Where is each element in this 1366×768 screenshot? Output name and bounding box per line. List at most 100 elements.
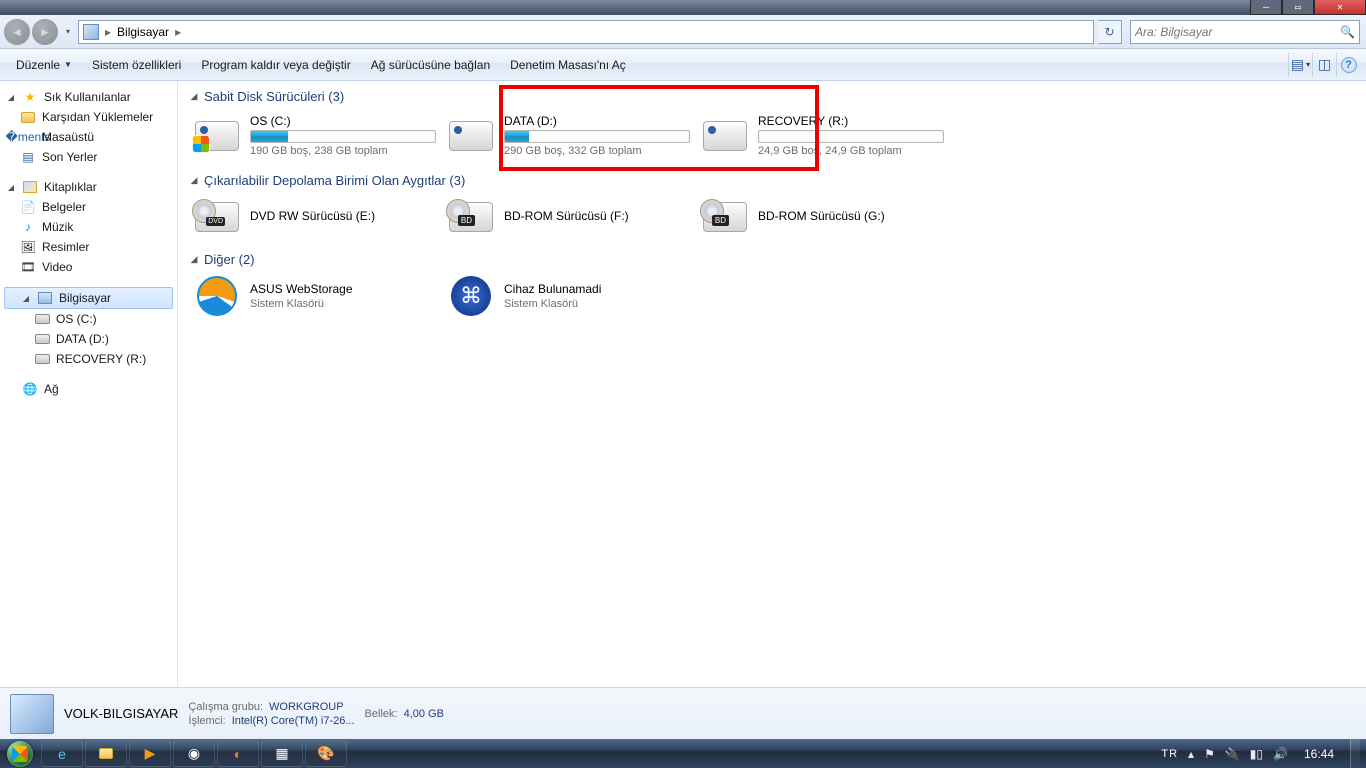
breadcrumb-location[interactable]: Bilgisayar — [117, 25, 169, 39]
address-bar[interactable]: ▸ Bilgisayar ▸ — [78, 20, 1094, 44]
navigation-pane: ★Sık Kullanılanlar Karşıdan Yüklemeler �… — [0, 81, 178, 709]
taskbar-chrome[interactable]: ◉ — [173, 740, 215, 767]
nav-forward-button[interactable]: ► — [32, 19, 58, 45]
taskbar-clock[interactable]: 16:44 — [1298, 747, 1340, 761]
app-icon: ▦ — [275, 745, 288, 762]
label: Son Yerler — [42, 150, 97, 164]
sidebar-item-videos[interactable]: 🎞Video — [0, 257, 177, 277]
refresh-button[interactable]: ↻ — [1098, 20, 1122, 44]
organize-menu[interactable]: Düzenle▼ — [6, 54, 82, 76]
sidebar-item-drive-r[interactable]: RECOVERY (R:) — [0, 349, 177, 369]
label: RECOVERY (R:) — [56, 352, 146, 366]
drive-icon — [703, 121, 747, 151]
windows-orb-icon — [7, 741, 33, 767]
label: Ağ sürücüsüne bağlan — [371, 58, 490, 72]
sidebar-item-pictures[interactable]: 🖼Resimler — [0, 237, 177, 257]
preview-pane-button[interactable]: ◫ — [1312, 53, 1336, 77]
category-hard-drives[interactable]: ◢Sabit Disk Sürücüleri (3) — [188, 85, 1356, 108]
other-item-bluetooth[interactable]: ⌘ Cihaz Bulunamadi Sistem Klasörü — [442, 273, 696, 319]
capacity-bar — [250, 130, 436, 143]
sidebar-libraries[interactable]: Kitaplıklar — [0, 177, 177, 197]
drive-tile-recovery-r[interactable]: RECOVERY (R:) 24,9 GB boş, 24,9 GB topla… — [696, 110, 950, 161]
videos-icon: 🎞 — [20, 259, 36, 275]
category-other[interactable]: ◢Diğer (2) — [188, 248, 1356, 271]
language-indicator[interactable]: TR — [1161, 748, 1178, 760]
drive-name: BD-ROM Sürücüsü (F:) — [504, 209, 690, 223]
chrome-icon: ◉ — [188, 745, 200, 762]
drive-name: DVD RW Sürücüsü (E:) — [250, 209, 436, 223]
help-button[interactable]: ? — [1336, 53, 1360, 77]
explorer-search-box[interactable]: 🔍 — [1130, 20, 1360, 44]
capacity-bar — [758, 130, 944, 143]
window-close-button[interactable]: ✕ — [1314, 0, 1366, 15]
taskbar-firefox[interactable]: ◐ — [217, 740, 259, 767]
tray-flag-icon[interactable]: ⚑ — [1204, 747, 1215, 761]
label: Program kaldır veya değiştir — [201, 58, 350, 72]
open-control-panel-button[interactable]: Denetim Masası'nı Aç — [500, 54, 636, 76]
sidebar-favorites[interactable]: ★Sık Kullanılanlar — [0, 87, 177, 107]
sidebar-item-recent[interactable]: ▤Son Yerler — [0, 147, 177, 167]
taskbar-media[interactable]: ▶ — [129, 740, 171, 767]
drive-icon — [35, 334, 50, 344]
drive-icon — [449, 121, 493, 151]
window-maximize-button[interactable]: ▭ — [1282, 0, 1314, 15]
sidebar-item-music[interactable]: ♪ Müzik — [0, 217, 177, 237]
taskbar-paint[interactable]: 🎨 — [305, 740, 347, 767]
sidebar-item-documents[interactable]: 📄Belgeler — [0, 197, 177, 217]
show-desktop-button[interactable] — [1350, 739, 1360, 768]
nav-history-dropdown[interactable]: ▾ — [62, 19, 74, 45]
label: Sistem özellikleri — [92, 58, 181, 72]
sidebar-network[interactable]: 🌐Ağ — [0, 379, 177, 399]
computer-icon — [83, 24, 99, 40]
drive-tile-data-d[interactable]: DATA (D:) 290 GB boş, 332 GB toplam — [442, 110, 696, 161]
help-icon: ? — [1341, 57, 1357, 73]
asus-webstorage-icon — [197, 276, 237, 316]
sidebar-item-desktop[interactable]: �mentsMasaüstü — [0, 127, 177, 147]
drive-tile-os-c[interactable]: OS (C:) 190 GB boş, 238 GB toplam — [188, 110, 442, 161]
sidebar-computer[interactable]: Bilgisayar — [4, 287, 173, 309]
optical-drive-e[interactable]: DVD RW Sürücüsü (E:) — [188, 194, 442, 240]
taskbar-app[interactable]: ▦ — [261, 740, 303, 767]
paint-icon: 🎨 — [317, 745, 334, 762]
optical-drive-g[interactable]: BD-ROM Sürücüsü (G:) — [696, 194, 950, 240]
view-options-button[interactable]: ▤ — [1288, 53, 1312, 77]
media-icon: ▶ — [145, 745, 156, 762]
label: Müzik — [42, 220, 73, 234]
uninstall-program-button[interactable]: Program kaldır veya değiştir — [191, 54, 360, 76]
label: DATA (D:) — [56, 332, 109, 346]
explorer-content: ◢Sabit Disk Sürücüleri (3) OS (C:) 190 G… — [178, 81, 1366, 709]
tray-show-hidden[interactable]: ▴ — [1188, 747, 1194, 761]
label: OS (C:) — [56, 312, 97, 326]
music-icon: ♪ — [20, 219, 36, 235]
optical-drive-f[interactable]: BD-ROM Sürücüsü (F:) — [442, 194, 696, 240]
category-removable[interactable]: ◢Çıkarılabilir Depolama Birimi Olan Aygı… — [188, 169, 1356, 192]
sidebar-item-drive-d[interactable]: DATA (D:) — [0, 329, 177, 349]
window-minimize-button[interactable]: — — [1250, 0, 1282, 15]
label: Denetim Masası'nı Aç — [510, 58, 626, 72]
tray-network-icon[interactable]: ▮▯ — [1250, 747, 1263, 761]
memory-label: Bellek: — [365, 708, 398, 720]
breadcrumb-separator-icon[interactable]: ▸ — [173, 25, 183, 39]
label: Sabit Disk Sürücüleri (3) — [204, 89, 344, 104]
sidebar-item-drive-c[interactable]: OS (C:) — [0, 309, 177, 329]
other-item-asus[interactable]: ASUS WebStorage Sistem Klasörü — [188, 273, 442, 319]
tray-volume-icon[interactable]: 🔊 — [1273, 747, 1288, 761]
item-sub: Sistem Klasörü — [250, 298, 436, 310]
taskbar-ie[interactable]: e — [41, 740, 83, 767]
start-button[interactable] — [0, 739, 40, 768]
nav-back-button[interactable]: ◄ — [4, 19, 30, 45]
map-network-drive-button[interactable]: Ağ sürücüsüne bağlan — [361, 54, 500, 76]
system-properties-button[interactable]: Sistem özellikleri — [82, 54, 191, 76]
search-input[interactable] — [1135, 25, 1340, 39]
workgroup-label: Çalışma grubu: — [188, 701, 263, 713]
tray-power-icon[interactable]: 🔌 — [1225, 747, 1240, 761]
folder-icon — [99, 748, 113, 759]
sidebar-item-downloads[interactable]: Karşıdan Yüklemeler — [0, 107, 177, 127]
cpu-label: İşlemci: — [188, 715, 225, 727]
taskbar-explorer[interactable] — [85, 740, 127, 767]
label: Bilgisayar — [59, 291, 111, 305]
drive-capacity: 190 GB boş, 238 GB toplam — [250, 145, 436, 157]
item-name: ASUS WebStorage — [250, 282, 436, 296]
label: Çıkarılabilir Depolama Birimi Olan Aygıt… — [204, 173, 465, 188]
label: Resimler — [42, 240, 89, 254]
